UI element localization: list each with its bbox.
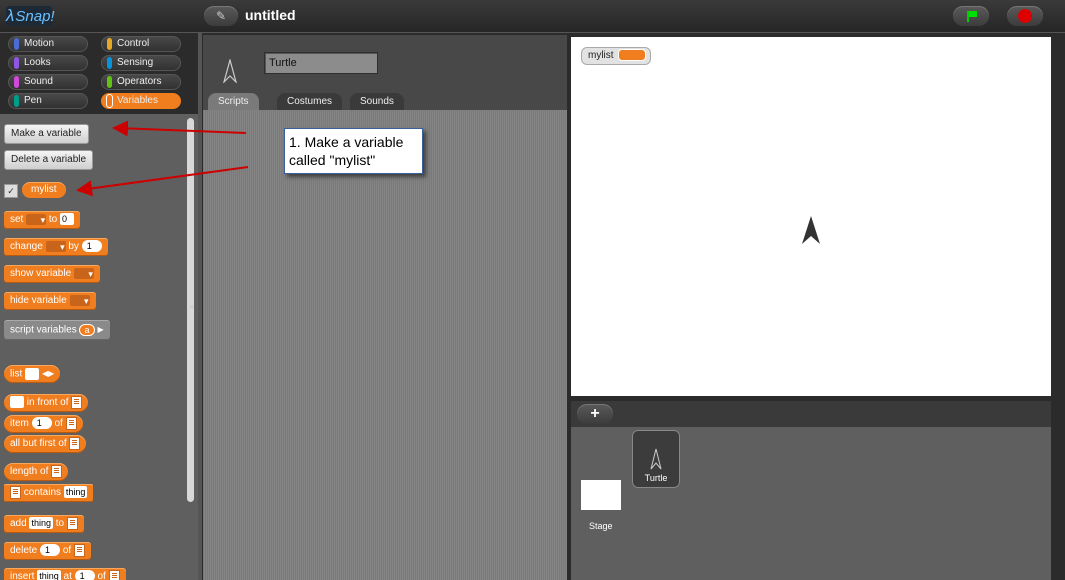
stage-label: Stage: [589, 521, 613, 531]
block-palette: Make a variable Delete a variable ✓ myli…: [0, 114, 198, 580]
item-index-slot[interactable]: 1: [31, 417, 52, 430]
scripts-area[interactable]: [203, 110, 567, 580]
snap-logo-button[interactable]: λSnap!: [6, 6, 55, 26]
top-bar: λSnap! ✎ untitled: [0, 0, 1065, 33]
add-block[interactable]: add thing to: [4, 515, 84, 533]
operators-swatch-icon: [107, 76, 112, 88]
length-of-block[interactable]: length of: [4, 463, 69, 481]
sprite-label: Turtle: [644, 473, 668, 483]
project-title: untitled: [245, 7, 296, 23]
list-item-slot[interactable]: [25, 368, 40, 380]
sprite-name-input[interactable]: Turtle: [264, 52, 378, 74]
stage-thumbnail[interactable]: [581, 480, 621, 510]
turtle-sprite-icon[interactable]: [801, 215, 821, 245]
add-sprite-button[interactable]: +: [577, 404, 613, 424]
turtle-arrow-icon: [650, 448, 662, 470]
motion-swatch-icon: [14, 38, 19, 50]
mylist-variable-block[interactable]: mylist: [22, 182, 66, 198]
variable-watcher-checkbox[interactable]: ✓: [4, 184, 18, 198]
corral-toolbar: +: [571, 401, 1051, 427]
make-variable-button[interactable]: Make a variable: [4, 124, 89, 144]
category-variables[interactable]: Variables: [101, 93, 181, 109]
annotation-callout: 1. Make a variable called "mylist": [284, 128, 423, 174]
item-of-block[interactable]: item 1 of: [4, 415, 83, 433]
variable-dropdown[interactable]: [45, 238, 66, 256]
arrow-right-icon[interactable]: ▶: [98, 320, 104, 340]
green-flag-button[interactable]: [953, 6, 989, 26]
pen-swatch-icon: [14, 95, 19, 107]
in-front-of-block[interactable]: in front of: [4, 394, 89, 412]
sound-swatch-icon: [14, 76, 19, 88]
change-block[interactable]: change by 1: [4, 238, 108, 256]
insert-block[interactable]: insert thing at 1 of: [4, 568, 126, 580]
list-slot-icon[interactable]: [10, 485, 21, 499]
variable-watcher[interactable]: mylist: [581, 47, 651, 65]
category-sensing[interactable]: Sensing: [101, 55, 181, 71]
category-selector: Motion Control Looks Sensing Sound Opera…: [0, 33, 198, 113]
delete-block[interactable]: delete 1 of: [4, 542, 91, 560]
variable-dropdown[interactable]: [26, 211, 47, 229]
add-value-slot[interactable]: thing: [29, 517, 53, 530]
list-slot-icon[interactable]: [66, 516, 78, 530]
category-control[interactable]: Control: [101, 36, 181, 52]
category-sound[interactable]: Sound: [8, 74, 88, 90]
variable-dropdown[interactable]: [69, 292, 90, 310]
list-slot-icon[interactable]: [69, 436, 81, 450]
sensing-swatch-icon: [107, 57, 112, 69]
category-pen[interactable]: Pen: [8, 93, 88, 109]
tab-scripts[interactable]: Scripts: [208, 93, 259, 110]
logo-text: Snap!: [15, 8, 55, 25]
pencil-icon: ✎: [215, 9, 227, 23]
list-slot-icon[interactable]: [108, 569, 120, 580]
hide-variable-block[interactable]: hide variable: [4, 292, 96, 310]
set-block[interactable]: set to 0: [4, 211, 81, 229]
stop-button[interactable]: [1007, 6, 1043, 26]
contains-value-slot[interactable]: thing: [63, 486, 88, 499]
annotation-line-1: 1. Make a variable: [289, 134, 404, 150]
list-slot-icon[interactable]: [51, 464, 63, 478]
annotation-line-2: called "mylist": [289, 152, 376, 168]
stop-icon: [1018, 9, 1032, 23]
script-variables-block[interactable]: script variables a ▶: [4, 320, 110, 340]
looks-swatch-icon: [14, 57, 19, 69]
list-slot-icon[interactable]: [73, 543, 85, 557]
watcher-label: mylist: [588, 50, 614, 61]
contains-block[interactable]: contains thing: [4, 484, 94, 502]
tab-sounds[interactable]: Sounds: [350, 93, 404, 110]
insert-index-slot[interactable]: 1: [74, 570, 95, 580]
edit-project-button[interactable]: ✎: [204, 6, 238, 26]
show-variable-block[interactable]: show variable: [4, 265, 100, 283]
set-value-slot[interactable]: 0: [60, 213, 75, 226]
script-variable-arg[interactable]: a: [79, 324, 95, 336]
category-operators[interactable]: Operators: [101, 74, 181, 90]
category-motion[interactable]: Motion: [8, 36, 88, 52]
turtle-sprite-thumbnail[interactable]: Turtle: [632, 430, 680, 488]
green-flag-icon: [967, 11, 977, 22]
watcher-value: [617, 49, 646, 62]
turtle-arrow-icon: [223, 59, 237, 83]
all-but-first-block[interactable]: all but first of: [4, 435, 87, 453]
arrows-left-right-icon[interactable]: ◀▶: [42, 365, 54, 383]
control-swatch-icon: [107, 38, 112, 50]
variables-swatch-icon: [107, 95, 112, 107]
tab-costumes[interactable]: Costumes: [277, 93, 343, 110]
category-looks[interactable]: Looks: [8, 55, 88, 71]
variable-dropdown[interactable]: [73, 265, 94, 283]
list-slot-icon[interactable]: [65, 416, 77, 430]
resize-grip-icon: ◂: [189, 302, 194, 311]
stage[interactable]: mylist: [571, 37, 1051, 396]
palette-resize-handle[interactable]: [198, 33, 202, 580]
change-value-slot[interactable]: 1: [81, 240, 102, 253]
insert-value-slot[interactable]: thing: [37, 570, 61, 580]
sprite-corral: Stage Turtle: [571, 427, 1051, 580]
delete-index-slot[interactable]: 1: [40, 544, 61, 557]
delete-variable-button[interactable]: Delete a variable: [4, 150, 94, 170]
list-slot-icon[interactable]: [71, 395, 83, 409]
in-front-of-slot[interactable]: [10, 396, 24, 409]
list-block[interactable]: list ◀▶: [4, 365, 61, 383]
